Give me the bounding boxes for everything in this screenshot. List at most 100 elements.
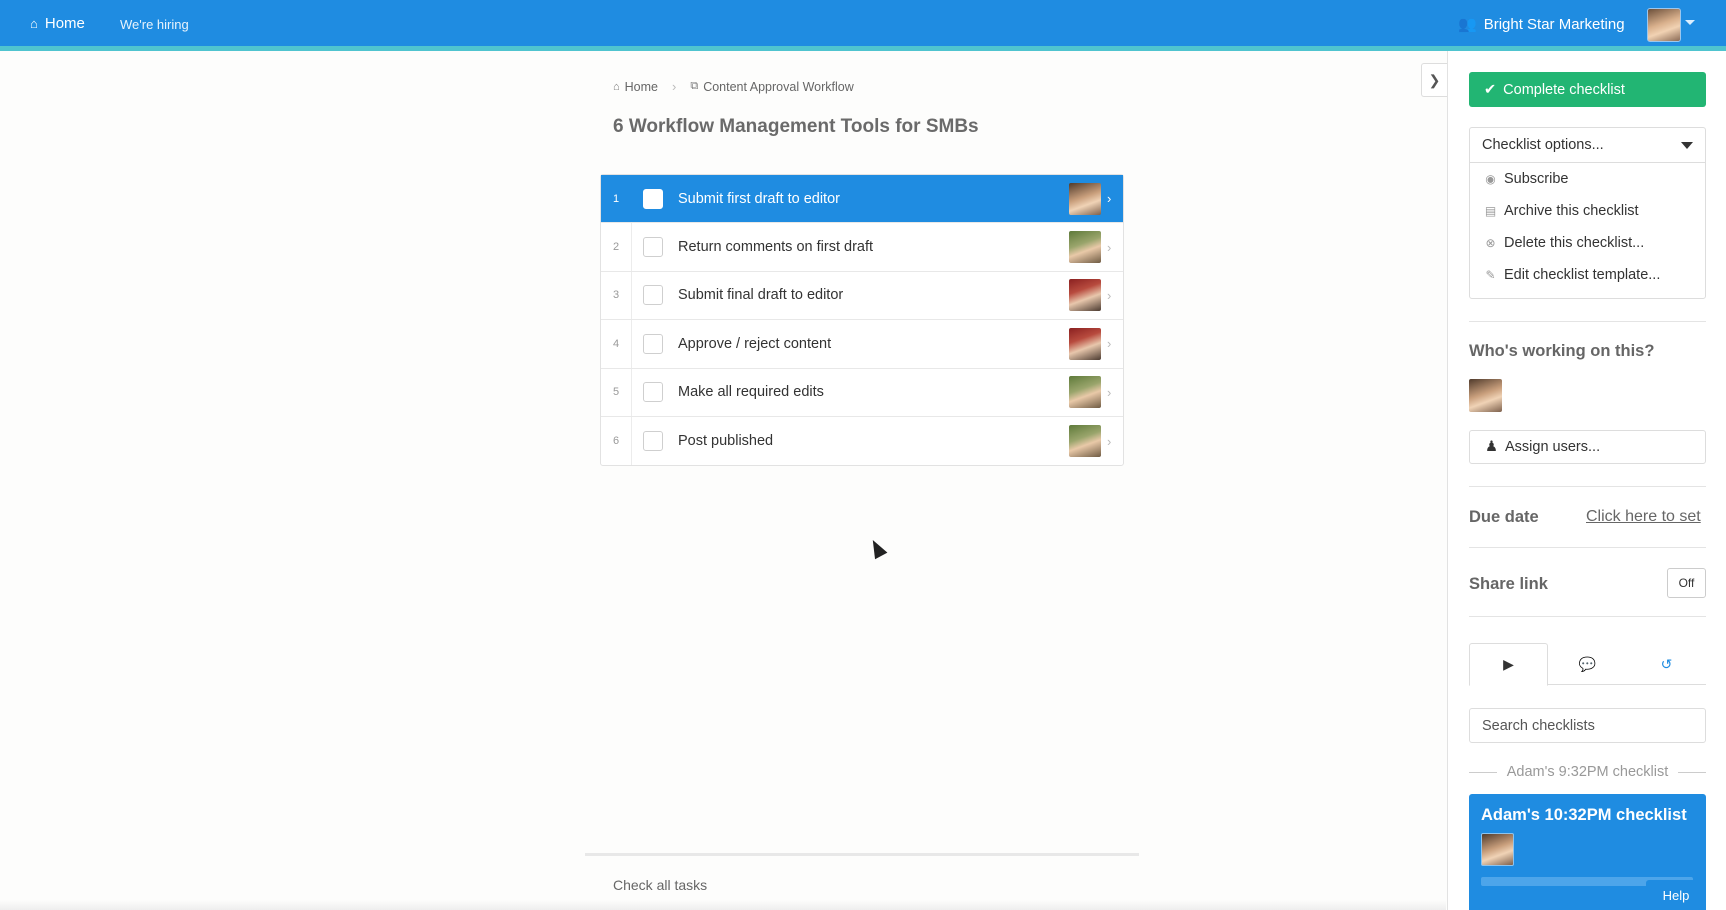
task-row[interactable]: 3 Submit final draft to editor ›: [601, 271, 1123, 321]
task-checkbox[interactable]: [643, 333, 663, 354]
nav-hiring-link[interactable]: We're hiring: [120, 17, 189, 32]
worker-avatar[interactable]: [1469, 379, 1502, 412]
tab-play[interactable]: ▶: [1469, 643, 1548, 686]
task-checkbox[interactable]: [643, 285, 663, 306]
task-label: Submit final draft to editor: [678, 287, 844, 304]
breadcrumb-template[interactable]: Content Approval Workflow: [703, 80, 854, 94]
task-checkbox[interactable]: [643, 431, 663, 452]
task-number: 3: [601, 271, 632, 320]
due-date-title: Due date: [1469, 508, 1539, 526]
eye-icon: ◉: [1485, 172, 1496, 186]
template-icon: ⧉: [690, 80, 699, 92]
chevron-right-icon: ›: [1107, 191, 1112, 207]
caret-down-icon[interactable]: [1685, 20, 1695, 25]
task-number: 5: [601, 368, 632, 416]
divider-line: [1469, 771, 1497, 773]
task-row[interactable]: 1 Submit first draft to editor ›: [601, 175, 1123, 224]
chevron-right-icon: ›: [1107, 239, 1112, 255]
checklist-options-label: Checklist options...: [1482, 137, 1604, 153]
task-number: 6: [601, 416, 632, 466]
chevron-down-icon: [1681, 141, 1693, 149]
task-label: Approve / reject content: [678, 335, 832, 352]
assignee-avatar: [1069, 231, 1101, 264]
comments-icon: 💬: [1578, 655, 1597, 672]
task-list: 1 Submit first draft to editor › 2 Retur…: [600, 174, 1124, 467]
chevron-right-icon: ›: [1107, 287, 1112, 303]
task-number: 1: [601, 175, 632, 223]
card-avatar: [1481, 833, 1514, 866]
breadcrumb: ⌂ Home › ⧉ Content Approval Workflow: [613, 79, 854, 94]
pencil-icon: ✎: [1485, 268, 1496, 282]
footer-divider: [585, 853, 1139, 856]
task-row[interactable]: 2 Return comments on first draft ›: [601, 223, 1123, 272]
chevron-right-icon: ›: [1107, 384, 1112, 400]
user-avatar[interactable]: [1647, 8, 1681, 42]
breadcrumb-home[interactable]: Home: [625, 80, 658, 94]
option-archive[interactable]: ▤ Archive this checklist: [1470, 195, 1705, 227]
task-row[interactable]: 4 Approve / reject content ›: [601, 320, 1123, 369]
nav-home-label: Home: [44, 15, 85, 32]
divider: [1469, 321, 1706, 322]
divider-line: [1678, 771, 1706, 773]
option-label: Edit checklist template...: [1504, 267, 1661, 283]
task-row[interactable]: 5 Make all required edits ›: [601, 368, 1123, 417]
top-nav: ⌂ Home We're hiring 👥 Bright Star Market…: [0, 0, 1726, 51]
home-icon: ⌂: [613, 80, 620, 93]
help-button[interactable]: Help: [1646, 880, 1706, 910]
task-label: Make all required edits: [678, 384, 824, 401]
complete-checklist-button[interactable]: ✔ Complete checklist: [1469, 72, 1706, 107]
share-link-title: Share link: [1469, 575, 1548, 593]
complete-checklist-label: Complete checklist: [1503, 81, 1625, 98]
option-label: Subscribe: [1504, 171, 1569, 187]
option-subscribe[interactable]: ◉ Subscribe: [1470, 163, 1705, 195]
task-number: 2: [601, 223, 632, 271]
assignee-avatar: [1069, 279, 1101, 312]
activity-tabs: ▶ 💬 ↺: [1469, 643, 1706, 686]
group-label-text: Adam's 9:32PM checklist: [1506, 764, 1669, 780]
org-switcher[interactable]: 👥 Bright Star Marketing: [1458, 15, 1625, 34]
user-icon: ♟: [1485, 439, 1498, 455]
chevron-right-icon: ›: [1107, 433, 1112, 449]
history-icon: ↺: [1660, 655, 1673, 672]
page-title[interactable]: 6 Workflow Management Tools for SMBs: [613, 116, 979, 138]
card-title: Adam's 10:32PM checklist: [1481, 806, 1687, 824]
divider: [1469, 547, 1706, 548]
sidebar-collapse-button[interactable]: ❯: [1421, 63, 1447, 97]
checklist-options-panel: Checklist options... ◉ Subscribe ▤ Archi…: [1469, 127, 1706, 299]
task-number: 4: [601, 320, 632, 368]
due-date-link[interactable]: Click here to set: [1586, 508, 1701, 526]
right-sidebar: ✔ Complete checklist Checklist options..…: [1447, 51, 1726, 910]
task-checkbox[interactable]: [643, 382, 663, 403]
play-icon: ▶: [1503, 656, 1514, 672]
task-checkbox[interactable]: [643, 188, 663, 209]
option-delete[interactable]: ⊗ Delete this checklist...: [1470, 227, 1705, 259]
org-name: Bright Star Marketing: [1483, 15, 1625, 33]
chevron-right-icon: ❯: [1428, 71, 1441, 88]
divider: [1469, 616, 1706, 617]
bottom-shadow: [0, 900, 1446, 910]
option-label: Delete this checklist...: [1504, 235, 1645, 251]
tab-comments[interactable]: 💬: [1548, 643, 1627, 685]
assign-users-button[interactable]: ♟ Assign users...: [1469, 430, 1706, 464]
task-label: Return comments on first draft: [678, 239, 874, 256]
checklist-group-label: Adam's 9:32PM checklist: [1469, 764, 1706, 780]
divider: [1469, 486, 1706, 487]
nav-home-link[interactable]: ⌂ Home: [30, 15, 85, 32]
home-icon: ⌂: [30, 16, 38, 31]
mouse-cursor-icon: [866, 536, 888, 560]
assignee-avatar: [1069, 327, 1101, 360]
check-all-tasks-link[interactable]: Check all tasks: [613, 877, 707, 893]
search-checklists-input[interactable]: [1469, 708, 1706, 743]
tab-history[interactable]: ↺: [1627, 643, 1706, 685]
chevron-right-icon: ›: [672, 79, 677, 94]
check-icon: ✔: [1484, 81, 1497, 98]
task-row[interactable]: 6 Post published ›: [601, 416, 1123, 466]
task-label: Submit first draft to editor: [678, 190, 840, 207]
task-checkbox[interactable]: [643, 237, 663, 258]
assign-users-label: Assign users...: [1505, 439, 1601, 455]
share-link-toggle[interactable]: Off: [1667, 568, 1706, 598]
option-edit-template[interactable]: ✎ Edit checklist template...: [1470, 259, 1705, 291]
assignee-avatar: [1069, 376, 1101, 409]
assignee-avatar: [1069, 182, 1101, 215]
checklist-options-dropdown[interactable]: Checklist options...: [1470, 128, 1705, 163]
